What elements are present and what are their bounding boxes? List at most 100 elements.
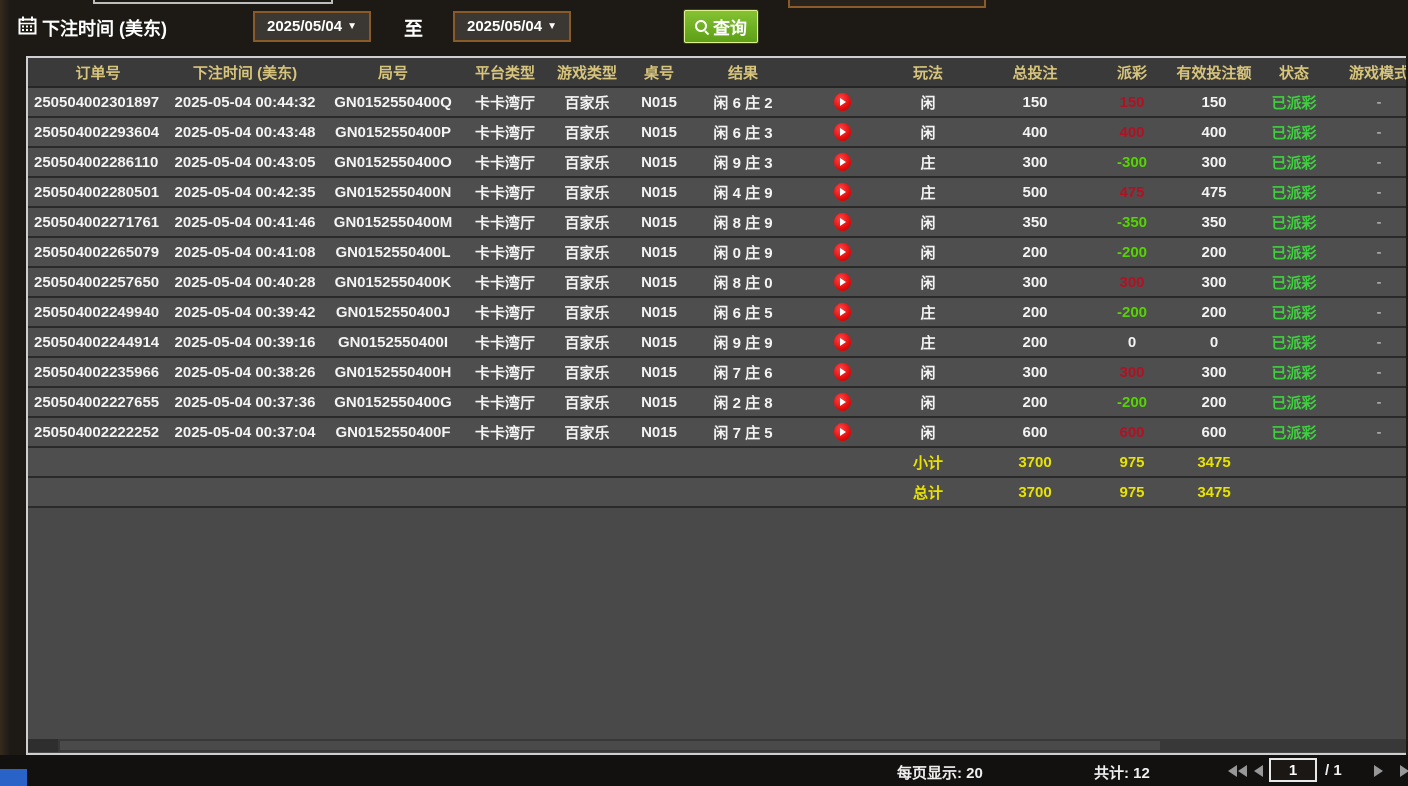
cell-total-bet: 200 [1022, 243, 1048, 261]
first-page-icon[interactable] [1238, 765, 1247, 777]
cell-status: 已派彩 [1271, 304, 1317, 322]
scrollbar-left-button[interactable] [28, 739, 58, 752]
page-number-input[interactable] [1269, 758, 1317, 782]
date-from-select[interactable]: 2025/05/04 ▼ [253, 11, 371, 42]
cell-valid-bet: 300 [1201, 273, 1227, 291]
taskbar-chip[interactable] [0, 769, 27, 786]
cell-valid-bet: 300 [1201, 153, 1227, 171]
table-row: 250504002222252 2025-05-04 00:37:04 GN0152… [28, 418, 1406, 448]
cell-grand-total-total-bet: 3700 [1018, 483, 1052, 501]
cell-bet-time: 2025-05-04 00:44:32 [174, 93, 316, 111]
cell-table-number: N015 [641, 153, 677, 171]
cell-valid-bet: 0 [1209, 333, 1219, 351]
cell-platform-type: 卡卡湾厅 [474, 274, 535, 292]
col-header-platform-type: 平台类型 [474, 64, 535, 82]
cell-grand-total-payout: 975 [1119, 483, 1145, 501]
col-header-game-type: 游戏类型 [556, 64, 617, 82]
cell-valid-bet: 200 [1201, 243, 1227, 261]
cell-bet-side: 闲 [920, 424, 936, 442]
table-row: 250504002235966 2025-05-04 00:38:26 GN0152… [28, 358, 1406, 388]
cell-game-mode: - [1376, 303, 1382, 321]
cutoff-dropdown-fragment [788, 0, 986, 8]
cell-status: 已派彩 [1271, 274, 1317, 292]
cell-empty [1322, 478, 1406, 506]
play-video-icon[interactable] [833, 123, 851, 141]
query-button[interactable]: 查询 [684, 10, 758, 43]
cell-table-number: N015 [641, 243, 677, 261]
col-header-play [796, 58, 888, 86]
cell-status: 已派彩 [1271, 394, 1317, 412]
play-video-icon[interactable] [833, 363, 851, 381]
cell-game-mode: - [1376, 363, 1382, 381]
cell-grand-total-valid-bet: 3475 [1197, 483, 1231, 501]
col-header-table-number: 桌号 [643, 64, 674, 82]
cell-order-number: 250504002280501 [34, 183, 160, 201]
cell-table-number: N015 [641, 363, 677, 381]
cell-game-type: 百家乐 [564, 364, 610, 382]
last-page-icon[interactable] [1400, 765, 1408, 777]
cell-round-id: GN0152550400K [334, 273, 452, 291]
cell-bet-side: 庄 [920, 184, 936, 202]
cell-result: 闲 6 庄 3 [713, 124, 773, 142]
cell-empty [168, 478, 322, 506]
cell-bet-time: 2025-05-04 00:40:28 [174, 273, 316, 291]
cell-platform-type: 卡卡湾厅 [474, 244, 535, 262]
cell-game-mode: - [1376, 123, 1382, 141]
cell-play [796, 418, 888, 446]
cell-play [796, 178, 888, 206]
cell-bet-side: 闲 [920, 94, 936, 112]
play-video-icon[interactable] [833, 273, 851, 291]
first-page-icon[interactable] [1228, 765, 1237, 777]
cell-payout: -300 [1116, 153, 1148, 171]
cell-game-type: 百家乐 [564, 304, 610, 322]
col-header-bet-time: 下注时间 (美东) [192, 64, 298, 82]
play-video-icon[interactable] [833, 153, 851, 171]
play-video-icon[interactable] [833, 333, 851, 351]
play-video-icon[interactable] [833, 213, 851, 231]
cell-total-bet: 350 [1022, 213, 1048, 231]
play-video-icon[interactable] [833, 423, 851, 441]
page-left-edge [0, 0, 10, 755]
cell-round-id: GN0152550400I [337, 333, 449, 351]
cell-subtotal-total-bet: 3700 [1018, 453, 1052, 471]
cell-bet-time: 2025-05-04 00:43:05 [174, 153, 316, 171]
next-page-icon[interactable] [1374, 765, 1383, 777]
cell-game-mode: - [1376, 153, 1382, 171]
cell-result: 闲 0 庄 9 [713, 244, 773, 262]
play-video-icon[interactable] [833, 393, 851, 411]
cell-empty [796, 478, 888, 506]
date-range-to-label: 至 [404, 19, 424, 40]
cell-order-number: 250504002222252 [34, 423, 160, 441]
cell-subtotal-payout: 975 [1119, 453, 1145, 471]
horizontal-scrollbar[interactable] [28, 739, 1406, 752]
cell-subtotal-label: 小计 [912, 454, 943, 472]
play-video-icon[interactable] [833, 183, 851, 201]
cell-platform-type: 卡卡湾厅 [474, 304, 535, 322]
previous-page-icon[interactable] [1254, 765, 1263, 777]
scrollbar-thumb[interactable] [60, 741, 1160, 750]
cell-total-bet: 150 [1022, 93, 1048, 111]
cell-empty [322, 448, 464, 476]
cell-round-id: GN0152550400P [335, 123, 451, 141]
cell-play [796, 118, 888, 146]
cell-total-bet: 400 [1022, 123, 1048, 141]
cell-round-id: GN0152550400Q [334, 93, 452, 111]
cell-bet-side: 闲 [920, 394, 936, 412]
play-video-icon[interactable] [833, 303, 851, 321]
table-row: 250504002301897 2025-05-04 00:44:32 GN0152… [28, 88, 1406, 118]
cell-game-mode: - [1376, 333, 1382, 351]
col-header-bet-side: 玩法 [912, 64, 943, 82]
cell-game-type: 百家乐 [564, 94, 610, 112]
cell-table-number: N015 [641, 423, 677, 441]
cell-bet-side: 闲 [920, 274, 936, 292]
record-count-label: 共计: 12 [1094, 765, 1150, 782]
cell-game-type: 百家乐 [564, 154, 610, 172]
cell-round-id: GN0152550400G [334, 393, 452, 411]
play-video-icon[interactable] [833, 93, 851, 111]
cell-order-number: 250504002227655 [34, 393, 160, 411]
cell-result: 闲 6 庄 5 [713, 304, 773, 322]
cell-game-type: 百家乐 [564, 124, 610, 142]
play-video-icon[interactable] [833, 243, 851, 261]
cell-bet-time: 2025-05-04 00:37:04 [174, 423, 316, 441]
date-to-select[interactable]: 2025/05/04 ▼ [453, 11, 571, 42]
